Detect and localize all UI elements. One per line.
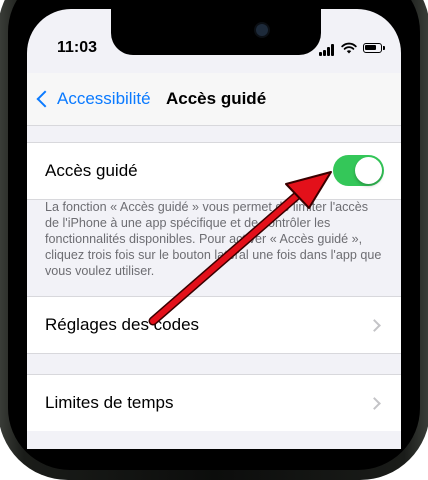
phone-screen: 11:03 Accessibilité Accès guidé Accès gu…: [27, 9, 401, 449]
time-limits-row[interactable]: Limites de temps: [27, 374, 401, 431]
passcode-settings-row[interactable]: Réglages des codes: [27, 296, 401, 354]
camera-icon: [256, 24, 268, 36]
guided-access-label: Accès guidé: [45, 161, 138, 180]
back-chevron-icon[interactable]: [36, 90, 54, 108]
status-icons: [319, 42, 385, 56]
guided-access-cell: Accès guidé: [27, 142, 401, 200]
navigation-bar: Accessibilité Accès guidé: [27, 73, 401, 126]
chevron-right-icon: [368, 319, 381, 332]
status-time: 11:03: [57, 39, 98, 56]
page-title: Accès guidé: [166, 89, 267, 108]
time-limits-label: Limites de temps: [45, 393, 174, 412]
notch: [111, 9, 321, 55]
guided-access-toggle[interactable]: [333, 155, 384, 186]
chevron-right-icon: [368, 397, 381, 410]
wifi-icon: [341, 42, 357, 54]
guided-access-description: La fonction « Accès guidé » vous permet …: [45, 200, 382, 278]
battery-icon: [363, 43, 385, 53]
passcode-settings-label: Réglages des codes: [45, 315, 200, 334]
toggle-knob: [355, 157, 382, 184]
back-button[interactable]: Accessibilité: [57, 89, 151, 109]
